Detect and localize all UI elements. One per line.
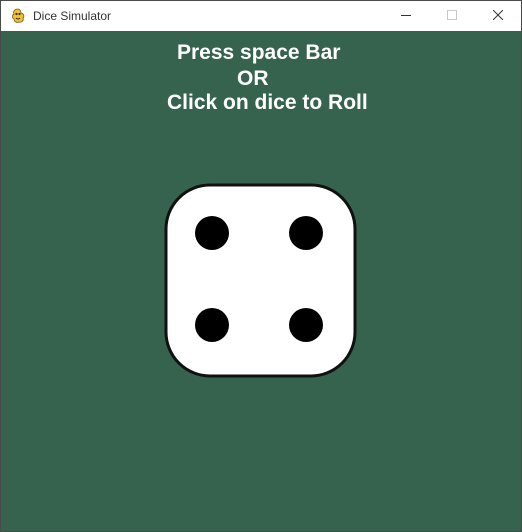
app-icon (10, 8, 26, 24)
dice-pip (289, 216, 323, 250)
close-icon (492, 7, 504, 25)
maximize-icon (447, 7, 457, 25)
game-canvas[interactable]: Press space Bar OR Click on dice to Roll (1, 31, 521, 531)
window-title: Dice Simulator (33, 9, 112, 23)
app-window: Dice Simulator Press space Bar OR Click … (0, 0, 522, 532)
instruction-line-2: OR (237, 67, 269, 90)
title-bar[interactable]: Dice Simulator (1, 1, 521, 31)
dice-pip (195, 216, 229, 250)
minimize-button[interactable] (383, 1, 429, 31)
minimize-icon (401, 7, 411, 25)
dice-pip (289, 308, 323, 342)
maximize-button (429, 1, 475, 31)
close-button[interactable] (475, 1, 521, 31)
dice-pip (195, 308, 229, 342)
window-controls (383, 1, 521, 31)
dice-face (164, 183, 357, 378)
instruction-line-1: Press space Bar (177, 41, 341, 64)
instruction-line-3: Click on dice to Roll (167, 91, 368, 114)
dice-button[interactable] (164, 183, 357, 378)
